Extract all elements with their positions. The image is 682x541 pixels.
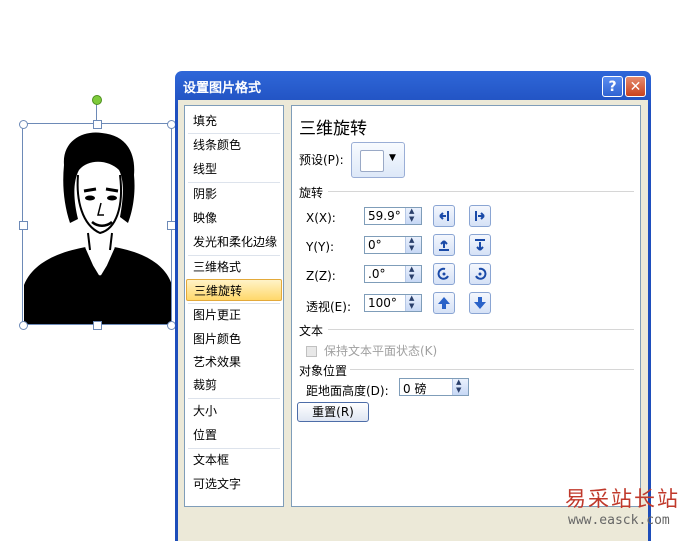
rotate-y-down-button[interactable]	[469, 234, 491, 256]
nav-item-alt-text[interactable]: 可选文字	[186, 473, 282, 495]
resize-handle-left[interactable]	[19, 221, 28, 230]
resize-handle-bottom[interactable]	[93, 321, 102, 330]
rotate-x-left-icon	[439, 211, 449, 221]
nav-item-line-color[interactable]: 线条颜色	[186, 134, 282, 156]
nav-divider	[188, 398, 280, 399]
perspective-widen-icon	[474, 297, 486, 309]
resize-handle-bottom-left[interactable]	[19, 321, 28, 330]
distance-from-ground-value: 0 磅	[403, 382, 427, 396]
z-rotation-value: .0°	[368, 267, 386, 281]
dialog-title: 设置图片格式	[183, 81, 262, 96]
preset-dropdown[interactable]: ▼	[351, 142, 405, 178]
section-divider	[350, 369, 634, 370]
nav-item-fill[interactable]: 填充	[186, 110, 282, 132]
rotate-x-right-button[interactable]	[469, 205, 491, 227]
nav-item-picture-corrections[interactable]: 图片更正	[186, 304, 282, 326]
rotate-y-down-icon	[475, 239, 485, 251]
nav-item-3d-format[interactable]: 三维格式	[186, 256, 282, 278]
rotate-y-up-button[interactable]	[433, 234, 455, 256]
rotate-x-left-button[interactable]	[433, 205, 455, 227]
nav-item-artistic-effects[interactable]: 艺术效果	[186, 351, 282, 373]
resize-handle-top-left[interactable]	[19, 120, 28, 129]
perspective-narrow-icon	[438, 297, 450, 309]
perspective-narrow-button[interactable]	[433, 292, 455, 314]
dialog-title-bar[interactable]: 设置图片格式 ? ✕	[175, 71, 651, 101]
nav-item-crop[interactable]: 裁剪	[186, 374, 282, 396]
distance-from-ground-spinner[interactable]: 0 磅	[399, 378, 469, 396]
nav-item-line-style[interactable]: 线型	[186, 158, 282, 180]
perspective-value: 100°	[368, 296, 397, 310]
spinner-arrows-icon[interactable]	[405, 236, 421, 253]
section-divider	[328, 329, 634, 330]
dropdown-arrow-icon: ▼	[389, 153, 396, 163]
rotate-z-counterclockwise-button[interactable]	[433, 263, 455, 285]
preset-swatch	[360, 150, 384, 172]
rotate-z-clockwise-button[interactable]	[469, 263, 491, 285]
y-rotation-spinner[interactable]: 0°	[364, 236, 422, 254]
spinner-arrows-icon[interactable]	[452, 378, 468, 395]
spinner-arrows-icon[interactable]	[405, 294, 421, 311]
distance-from-ground-label: 距地面高度(D):	[306, 384, 389, 398]
help-icon: ?	[608, 79, 617, 95]
reset-button[interactable]: 重置(R)	[297, 402, 369, 422]
preset-label: 预设(P):	[299, 153, 344, 167]
watermark-url: www.easck.com	[568, 513, 670, 528]
rotation-section-header: 旋转	[299, 186, 324, 200]
keep-text-flat-checkbox[interactable]	[306, 346, 317, 357]
rotation-handle[interactable]	[92, 95, 102, 105]
resize-handle-top[interactable]	[93, 120, 102, 129]
z-rotation-spinner[interactable]: .0°	[364, 265, 422, 283]
y-rotation-value: 0°	[368, 238, 382, 252]
object-position-section-header: 对象位置	[299, 364, 348, 378]
x-rotation-value: 59.9°	[368, 209, 401, 223]
y-rotation-label: Y(Y):	[306, 240, 335, 254]
3d-rotation-panel: 三维旋转 预设(P): ▼ 旋转 X(X): 59.9° Y(Y): 0°	[291, 105, 641, 507]
dialog-client-area: 填充 线条颜色 线型 阴影 映像 发光和柔化边缘 三维格式 三维旋转 图片更正 …	[178, 100, 648, 541]
rotate-z-clockwise-icon	[475, 267, 487, 280]
nav-item-glow-soft-edges[interactable]: 发光和柔化边缘	[186, 231, 282, 253]
close-icon: ✕	[629, 79, 642, 95]
rotate-x-right-icon	[475, 211, 485, 221]
nav-item-text-box[interactable]: 文本框	[186, 449, 282, 471]
section-divider	[328, 191, 634, 192]
perspective-widen-button[interactable]	[469, 292, 491, 314]
category-list: 填充 线条颜色 线型 阴影 映像 发光和柔化边缘 三维格式 三维旋转 图片更正 …	[184, 105, 284, 507]
text-section-header: 文本	[299, 324, 324, 338]
format-picture-dialog: 设置图片格式 ? ✕ 填充 线条颜色 线型 阴影 映像 发光和柔化边缘 三维格式…	[175, 71, 651, 541]
x-rotation-spinner[interactable]: 59.9°	[364, 207, 422, 225]
nav-item-reflection[interactable]: 映像	[186, 207, 282, 229]
selection-frame	[22, 123, 172, 325]
spinner-arrows-icon[interactable]	[405, 265, 421, 282]
z-rotation-label: Z(Z):	[306, 269, 336, 283]
spinner-arrows-icon[interactable]	[405, 207, 421, 224]
help-button[interactable]: ?	[602, 76, 623, 97]
panel-title: 三维旋转	[299, 119, 367, 139]
nav-item-3d-rotation[interactable]: 三维旋转	[186, 279, 282, 301]
nav-item-shadow[interactable]: 阴影	[186, 183, 282, 205]
nav-item-position[interactable]: 位置	[186, 424, 282, 446]
x-rotation-label: X(X):	[306, 211, 336, 225]
close-button[interactable]: ✕	[625, 76, 646, 97]
keep-text-flat-label: 保持文本平面状态(K)	[324, 344, 438, 358]
rotate-z-counterclockwise-icon	[437, 267, 449, 280]
nav-item-picture-color[interactable]: 图片颜色	[186, 328, 282, 350]
rotate-y-up-icon	[439, 240, 449, 251]
perspective-spinner[interactable]: 100°	[364, 294, 422, 312]
watermark-brand: 易采站长站	[565, 487, 680, 511]
perspective-label: 透视(E):	[306, 300, 351, 314]
nav-item-size[interactable]: 大小	[186, 400, 282, 422]
